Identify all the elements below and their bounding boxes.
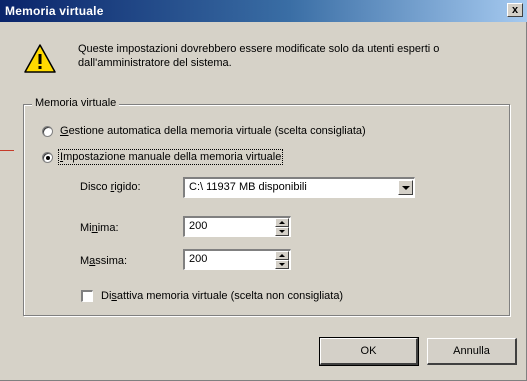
dialog-title: Memoria virtuale [5,4,104,18]
spin-up-icon[interactable] [275,218,289,227]
spin-down-icon[interactable] [275,227,289,236]
min-size-stepper[interactable]: 200 [183,216,291,237]
radio-manual-label: Impostazione manuale della memoria virtu… [57,149,284,165]
close-icon: x [511,4,519,16]
disable-virtual-memory-checkbox[interactable] [81,290,93,302]
min-label: Minima: [80,222,119,234]
close-button[interactable]: x [507,3,523,17]
max-size-value[interactable]: 200 [189,253,207,265]
max-size-stepper[interactable]: 200 [183,249,291,270]
side-mark [0,150,14,151]
max-label: Massima: [80,255,128,267]
spin-down-icon[interactable] [275,260,289,269]
radio-manual-button[interactable] [42,151,53,163]
radio-automatic-label: Gestione automatica della memoria virtua… [60,125,366,137]
radio-automatic-button[interactable] [42,125,53,137]
disable-virtual-memory-label: Disattiva memoria virtuale (scelta non c… [101,290,344,302]
cancel-button[interactable]: Annulla [427,338,517,365]
spin-up-icon[interactable] [275,251,289,260]
group-title: Memoria virtuale [32,97,120,109]
disable-virtual-memory[interactable]: Disattiva memoria virtuale (scelta non c… [81,290,343,302]
disk-select[interactable]: C:\ 11937 MB disponibili [183,177,415,198]
warning-icon [24,44,56,73]
warning-message: Queste impostazioni dovrebbero essere mo… [78,43,440,69]
min-size-value[interactable]: 200 [189,220,207,232]
title-bar[interactable]: Memoria virtuale x [0,0,527,22]
ok-button[interactable]: OK [319,337,419,366]
virtual-memory-dialog: Memoria virtuale x Queste impostazioni d… [0,0,527,381]
disk-label: Disco rigido: [80,181,141,193]
chevron-down-icon[interactable] [398,180,413,195]
disk-select-value: C:\ 11937 MB disponibili [189,181,307,193]
min-spin-buttons [275,218,289,236]
radio-automatic[interactable]: Gestione automatica della memoria virtua… [42,124,366,138]
radio-manual[interactable]: Impostazione manuale della memoria virtu… [42,149,284,165]
max-spin-buttons [275,251,289,269]
